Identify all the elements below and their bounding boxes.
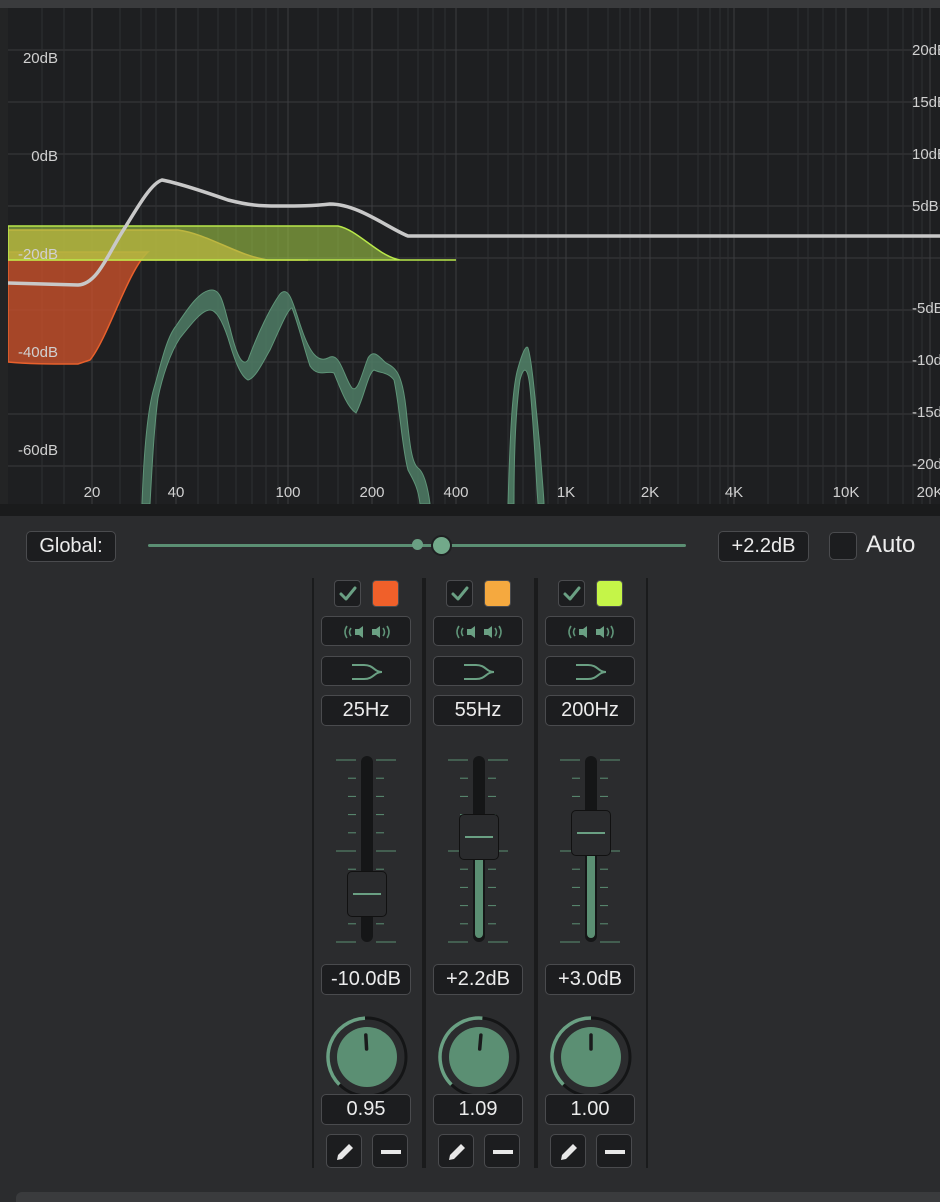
checkmark-icon xyxy=(339,586,357,601)
gain-fader[interactable] xyxy=(426,754,534,946)
band-enable-checkbox[interactable] xyxy=(446,580,473,607)
left-db-label: 20dB xyxy=(23,50,58,67)
global-label: Global: xyxy=(26,531,116,562)
auto-checkbox[interactable] xyxy=(829,532,857,560)
top-bar xyxy=(0,0,940,8)
band-q-value[interactable]: 1.00 xyxy=(545,1094,635,1125)
band-gain-value[interactable]: +3.0dB xyxy=(545,964,635,995)
speaker-listen-icon xyxy=(344,625,390,639)
crossover-filter-icon xyxy=(352,664,383,680)
filter-type-button[interactable] xyxy=(433,656,523,686)
freq-label: 40 xyxy=(168,484,185,501)
band-q-value[interactable]: 1.09 xyxy=(433,1094,523,1125)
bottom-bar xyxy=(16,1192,940,1202)
freq-label: 400 xyxy=(443,484,468,501)
crossover-filter-icon xyxy=(464,664,495,680)
checkmark-icon xyxy=(451,586,469,601)
right-db-label: 10dB xyxy=(912,146,940,163)
band-strip: 55Hz +2.2dB 1.09 xyxy=(424,578,536,1168)
q-knob[interactable] xyxy=(326,1016,408,1098)
minus-icon xyxy=(605,1150,625,1154)
listen-button[interactable] xyxy=(433,616,523,646)
checkmark-icon xyxy=(563,586,581,601)
band-frequency[interactable]: 55Hz xyxy=(433,695,523,726)
remove-band-button[interactable] xyxy=(372,1134,408,1168)
band-q-value[interactable]: 0.95 xyxy=(321,1094,411,1125)
pencil-icon xyxy=(449,1144,465,1160)
fader-handle[interactable] xyxy=(347,870,387,917)
band-color-swatch[interactable] xyxy=(372,580,399,607)
right-db-label: -20dB xyxy=(912,456,940,473)
spectrum-band-2 xyxy=(507,346,545,504)
pencil-icon xyxy=(561,1144,577,1160)
left-edge xyxy=(0,8,8,516)
right-db-label: 15dB xyxy=(912,94,940,111)
global-slider-handle[interactable] xyxy=(431,535,452,556)
left-db-label: -20dB xyxy=(18,246,58,263)
global-slider-default-marker xyxy=(412,539,423,550)
band-color-swatch[interactable] xyxy=(484,580,511,607)
minus-icon xyxy=(381,1150,401,1154)
edit-band-button[interactable] xyxy=(326,1134,362,1168)
band-enable-checkbox[interactable] xyxy=(558,580,585,607)
freq-label: 2K xyxy=(641,484,659,501)
spectrum-band xyxy=(141,289,431,504)
panel-divider xyxy=(0,504,940,516)
band-frequency[interactable]: 25Hz xyxy=(321,695,411,726)
freq-label: 10K xyxy=(833,484,860,501)
fader-handle[interactable] xyxy=(459,813,499,860)
freq-label: 20 xyxy=(84,484,101,501)
remove-band-button[interactable] xyxy=(484,1134,520,1168)
filter-type-button[interactable] xyxy=(321,656,411,686)
q-knob[interactable] xyxy=(438,1016,520,1098)
q-knob[interactable] xyxy=(550,1016,632,1098)
right-db-label: -10dB xyxy=(912,352,940,369)
left-db-label: 0dB xyxy=(31,148,58,165)
auto-label: Auto xyxy=(866,531,916,558)
right-db-label: -15dB xyxy=(912,404,940,421)
freq-label: 1K xyxy=(557,484,575,501)
listen-button[interactable] xyxy=(321,616,411,646)
right-db-label: 20dB xyxy=(912,42,940,59)
eq-graph[interactable]: 20dB 0dB -20dB -40dB -60dB 20dB 15dB 10dB 5dB -5d… xyxy=(8,8,940,504)
eq-graph-svg: 20dB 0dB -20dB -40dB -60dB 20dB 15dB 10dB 5dB -5d… xyxy=(8,8,940,504)
filter-type-button[interactable] xyxy=(545,656,635,686)
gain-fader[interactable] xyxy=(538,754,646,946)
speaker-listen-icon xyxy=(568,625,614,639)
band3-fill xyxy=(8,225,456,261)
listen-button[interactable] xyxy=(545,616,635,646)
band-frequency[interactable]: 200Hz xyxy=(545,695,635,726)
gain-fader[interactable] xyxy=(314,754,422,946)
right-db-label: -5dB xyxy=(912,300,940,317)
left-db-label: -60dB xyxy=(18,442,58,459)
remove-band-button[interactable] xyxy=(596,1134,632,1168)
crossover-filter-icon xyxy=(576,664,607,680)
band-strip: 25Hz -10.0dB 0.95 xyxy=(312,578,424,1168)
edit-band-button[interactable] xyxy=(438,1134,474,1168)
band-color-swatch[interactable] xyxy=(596,580,623,607)
band-gain-value[interactable]: +2.2dB xyxy=(433,964,523,995)
freq-label: 20K xyxy=(917,484,940,501)
freq-label: 4K xyxy=(725,484,743,501)
right-db-label: 5dB xyxy=(912,198,939,215)
band-gain-value[interactable]: -10.0dB xyxy=(321,964,411,995)
freq-label: 100 xyxy=(275,484,300,501)
minus-icon xyxy=(493,1150,513,1154)
global-gain-value[interactable]: +2.2dB xyxy=(718,531,809,562)
band-enable-checkbox[interactable] xyxy=(334,580,361,607)
speaker-listen-icon xyxy=(456,625,502,639)
band-strip: 200Hz +3.0dB 1.00 xyxy=(536,578,648,1168)
fader-handle[interactable] xyxy=(571,810,611,856)
edit-band-button[interactable] xyxy=(550,1134,586,1168)
left-db-label: -40dB xyxy=(18,344,58,361)
freq-label: 200 xyxy=(359,484,384,501)
pencil-icon xyxy=(337,1144,353,1160)
